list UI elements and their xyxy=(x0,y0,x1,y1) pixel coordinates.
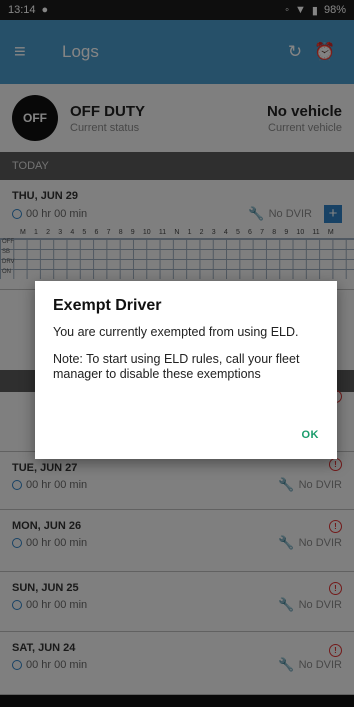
ok-button[interactable]: OK xyxy=(302,429,320,441)
dialog-message: You are currently exempted from using EL… xyxy=(53,325,299,339)
exempt-driver-dialog: Exempt Driver You are currently exempted… xyxy=(35,281,337,459)
dialog-title: Exempt Driver xyxy=(53,297,162,314)
dialog-note: Note: To start using ELD rules, call you… xyxy=(53,352,300,381)
